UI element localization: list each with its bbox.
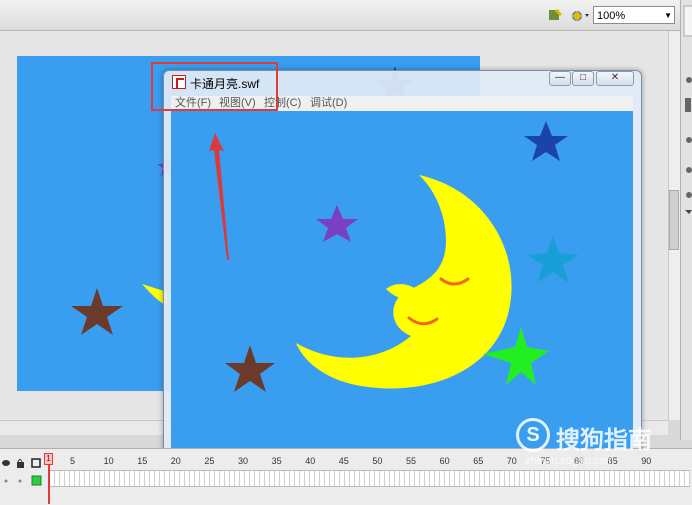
frame-number-label: 55	[406, 456, 417, 466]
red-arrow-annotation	[209, 133, 229, 260]
watermark-brand: 搜狗指南	[556, 427, 652, 454]
frame-number-label: 40	[305, 456, 316, 466]
moon-nose	[386, 284, 421, 300]
zoom-value: 100%	[597, 10, 626, 22]
edit-scene-icon[interactable]	[548, 7, 564, 23]
frame-number-label: 90	[641, 456, 652, 466]
star-dark-blue	[524, 121, 568, 161]
watermark-url: zhinan.sogou.com	[525, 455, 615, 467]
menu-debug[interactable]: 调试(D)	[310, 96, 347, 111]
maximize-button[interactable]: □	[572, 71, 594, 86]
edit-symbol-icon[interactable]	[570, 7, 589, 23]
frame-number-label: 20	[170, 456, 181, 466]
playhead-marker[interactable]: 1	[44, 453, 53, 465]
frame-number-label: 35	[271, 456, 282, 466]
star-brown	[225, 345, 275, 392]
frame-number-label: 45	[338, 456, 349, 466]
zoom-select[interactable]: 100% ▼	[593, 6, 675, 24]
close-button[interactable]: ✕	[596, 71, 634, 86]
star-purple	[316, 205, 358, 242]
frame-number-label: 25	[204, 456, 215, 466]
frame-number-label: 60	[439, 456, 450, 466]
frame-number-label: 70	[506, 456, 517, 466]
frame-number-label: 10	[103, 456, 114, 466]
stage-star-brown	[71, 288, 123, 335]
star-teal	[527, 235, 579, 283]
swf-canvas[interactable]	[171, 111, 633, 449]
sogou-logo: S	[516, 418, 550, 452]
vertical-scroll-thumb[interactable]	[669, 190, 679, 250]
lock-icon	[17, 459, 24, 468]
frame-number-label: 30	[238, 456, 249, 466]
title-highlight-box	[151, 62, 278, 111]
chevron-down-icon: ▼	[664, 11, 672, 20]
moon	[296, 175, 512, 389]
frame-number-label: 5	[70, 456, 76, 466]
right-panel	[680, 0, 692, 440]
eye-icon	[2, 460, 10, 466]
frame-number-label: 50	[372, 456, 383, 466]
outline-icon	[31, 458, 41, 468]
frame-number-label: 15	[137, 456, 148, 466]
frame-number-label: 65	[473, 456, 484, 466]
timeline-frames[interactable]	[50, 470, 690, 487]
minimize-button[interactable]: —	[549, 71, 571, 86]
